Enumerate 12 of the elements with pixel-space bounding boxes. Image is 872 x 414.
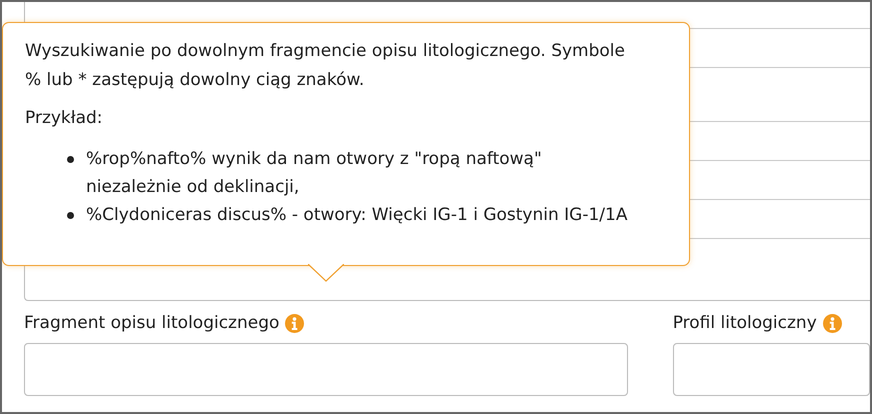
bullet-icon xyxy=(67,212,74,219)
tooltip-text: Wyszukiwanie po dowolnym fragmencie opisu litologicznego. Symbole % lub * zastępują dowolny ciąg znaków. xyxy=(25,40,625,92)
field-label: Fragment opisu litologicznego xyxy=(24,313,280,333)
field-label: Profil litologiczny xyxy=(672,313,817,333)
example-text: %Clydoniceras discus% - otwory: Więcki IG-1 i Gostynin IG-1/1A xyxy=(86,204,628,227)
example-heading: Przykład: xyxy=(25,107,104,130)
input-field[interactable] xyxy=(24,343,628,396)
info-icon[interactable] xyxy=(822,314,842,332)
input-field[interactable] xyxy=(672,343,870,396)
example-text: %rop%nafto% wynik da nam otwory z "ropą naftową" niezależnie od deklinacji, xyxy=(86,148,542,199)
bullet-icon xyxy=(67,156,74,163)
info-icon[interactable] xyxy=(285,314,304,332)
